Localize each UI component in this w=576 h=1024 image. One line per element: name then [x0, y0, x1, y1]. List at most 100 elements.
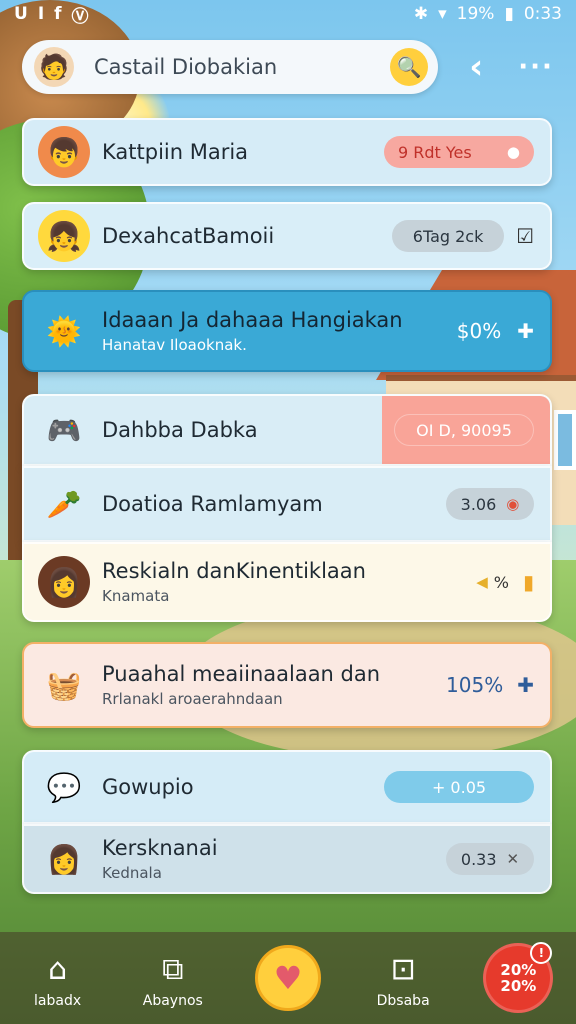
avatar-face-icon: 🧑 [39, 53, 69, 81]
status-pill[interactable]: 3.06 ◉ [446, 488, 534, 520]
list-item[interactable]: 👦 Kattpiin Maria 9 Rdt Yes ● [22, 118, 552, 186]
magnifier-icon: 🔍 [396, 55, 422, 79]
offer-label: 20% 20% [500, 960, 537, 995]
list-item-text: Puaahal meaiinaalaan dan Rrlanakl aroaer… [102, 662, 444, 708]
close-icon[interactable]: ✕ [507, 850, 520, 868]
clock-time: 0:33 [523, 4, 562, 24]
nav-item-share[interactable]: ⊡ Dbsaba [358, 947, 448, 1010]
list-item-text: Kattpiin Maria [102, 140, 384, 164]
list-item-text: Reskialn danKinentiklaan Knamata [102, 559, 474, 605]
volume-percent: ◀ % [474, 566, 511, 598]
status-pill[interactable]: OI D, 90095 [394, 414, 534, 446]
plus-icon[interactable]: ✚ [517, 673, 534, 697]
nav-item-offers[interactable]: 20% 20% ! [473, 942, 563, 1013]
list-item-highlighted[interactable]: 🌞 Idaaan Ja dahaaa Hangiakan Hanatav Ilo… [22, 290, 552, 372]
list-item[interactable]: 👩 Reskialn danKinentiklaan Knamata ◀ % ▮ [22, 542, 552, 622]
person-avatar-icon: 👩 [38, 556, 90, 608]
pill-label: OI D, 90095 [416, 420, 512, 440]
list-item[interactable]: 👩 Kersknanai Kednala 0.33 ✕ [22, 824, 552, 894]
status-bar: U I f Ⓥ ✱ ▾ 19% ▮ 0:33 [0, 0, 576, 28]
list-item-text: DexahcatBamoii [102, 224, 392, 248]
status-pill[interactable]: 0.33 ✕ [446, 843, 534, 875]
dot-icon: I [37, 4, 45, 24]
plus-icon[interactable]: ✚ [517, 319, 534, 343]
heart-icon: ♥ [254, 945, 321, 1011]
list-item-title: Doatioa Ramlamyam [102, 492, 323, 516]
list-item[interactable]: 🧺 Puaahal meaiinaalaan dan Rrlanakl aroa… [22, 642, 552, 728]
list-item[interactable]: 🥕 Doatioa Ramlamyam 3.06 ◉ [22, 466, 552, 542]
pill-label: + 0.05 [431, 777, 487, 797]
list-item-title: Idaaan Ja dahaaa Hangiakan [102, 308, 403, 332]
bluetooth-icon: ✱ [413, 4, 429, 24]
status-pill[interactable]: + 0.05 [384, 771, 534, 803]
carrot-icon: 🥕 [46, 487, 82, 521]
list-item-title: DexahcatBamoii [102, 224, 275, 248]
pill-label: 9 Rdt Yes [398, 142, 472, 162]
status-left-icons: U I f Ⓥ [14, 2, 89, 27]
list-item-title: Kersknanai [102, 836, 218, 860]
person-avatar-icon: 👦 [38, 126, 90, 178]
list-item-subtitle: Hanatav Iloaoknak. [102, 336, 247, 354]
status-pill[interactable]: 9 Rdt Yes ● [384, 136, 534, 168]
flag-icon: f [54, 4, 62, 24]
title-search-pill[interactable]: 🧑 Castail Diobakian 🔍 [22, 40, 439, 94]
house-window-illustration [554, 410, 576, 470]
list-item-title: Puaahal meaiinaalaan dan [102, 662, 381, 686]
list-item[interactable]: 🎮 Dahbba Dabka OI D, 90095 [22, 394, 552, 466]
chat-bubble-icon: 💬 [46, 770, 82, 804]
alert-dot-icon: ◉ [506, 495, 520, 513]
battery-percent: 19% [456, 4, 495, 24]
list-item-text: Gowupio [102, 775, 384, 799]
percent-value: 105% [446, 673, 504, 697]
gallery-icon: ⧉ [162, 951, 184, 987]
list-item-title: Kattpiin Maria [102, 140, 249, 164]
person-avatar-icon: 👩 [46, 842, 82, 876]
list-item-subtitle: Kednala [102, 864, 162, 882]
pill-label: 6Tag 2ck [412, 226, 484, 246]
list-item-text: Idaaan Ja dahaaa Hangiakan Hanatav Iloao… [102, 308, 453, 354]
share-icon: ⊡ [390, 951, 416, 987]
back-chevron-icon[interactable]: ‹ [456, 47, 496, 87]
nav-item-gallery[interactable]: ⧉ Abaynos [128, 947, 218, 1010]
pill-label: 0.33 [460, 849, 497, 869]
offer-badge-button[interactable]: 20% 20% ! [483, 942, 554, 1013]
app-header: 🧑 Castail Diobakian 🔍 ‹ ··· [22, 40, 556, 94]
list-item-text: Kersknanai Kednala [102, 836, 446, 882]
status-pill[interactable]: 6Tag 2ck [392, 220, 505, 252]
user-avatar[interactable]: 🧑 [34, 47, 74, 87]
header-title: Castail Diobakian [94, 55, 278, 79]
more-options-icon[interactable]: ··· [516, 52, 556, 82]
nav-label: Dbsaba [376, 993, 430, 1009]
list-item-text: Dahbba Dabka [102, 418, 394, 442]
list-item-text: Doatioa Ramlamyam [102, 492, 446, 516]
checkbox-icon[interactable]: ☑ [516, 224, 534, 248]
list-item-title: Reskialn danKinentiklaan [102, 559, 366, 583]
nav-label: labadx [34, 993, 82, 1009]
basket-icon: 🧺 [46, 668, 82, 702]
list-item-title: Dahbba Dabka [102, 418, 258, 442]
nav-label: Abaynos [142, 993, 203, 1009]
search-badge-icon[interactable]: 🔍 [390, 48, 429, 86]
pill-label: % [493, 572, 509, 592]
record-icon: ● [506, 143, 520, 161]
percent-value: $0% [456, 319, 502, 343]
battery-small-icon[interactable]: ▮ [523, 570, 534, 594]
wifi-icon: ▾ [438, 4, 447, 24]
list-item[interactable]: 💬 Gowupio + 0.05 [22, 750, 552, 824]
notification-dot-icon: ! [530, 942, 553, 964]
home-icon: ⌂ [48, 951, 68, 987]
battery-icon: ▮ [504, 4, 514, 24]
brand-icon: Ⓥ [71, 6, 89, 27]
bottom-nav: ⌂ labadx ⧉ Abaynos ♥ ⊡ Dbsaba 20% 20% ! [0, 932, 576, 1024]
list-item-subtitle: Rrlanakl aroaerahndaan [102, 690, 283, 708]
nav-item-home[interactable]: ⌂ labadx [13, 947, 103, 1010]
nav-item-favorites[interactable]: ♥ [243, 945, 333, 1011]
pill-label: 3.06 [460, 494, 497, 514]
status-right-icons: ✱ ▾ 19% ▮ 0:33 [414, 4, 562, 24]
person-avatar-icon: 👧 [38, 210, 90, 262]
list-item[interactable]: 👧 DexahcatBamoii 6Tag 2ck ☑ [22, 202, 552, 270]
bracket-icon: U [14, 4, 28, 24]
list-item-title: Gowupio [102, 775, 194, 799]
list-item-subtitle: Knamata [102, 587, 170, 605]
speaker-icon: ◀ [476, 573, 488, 591]
